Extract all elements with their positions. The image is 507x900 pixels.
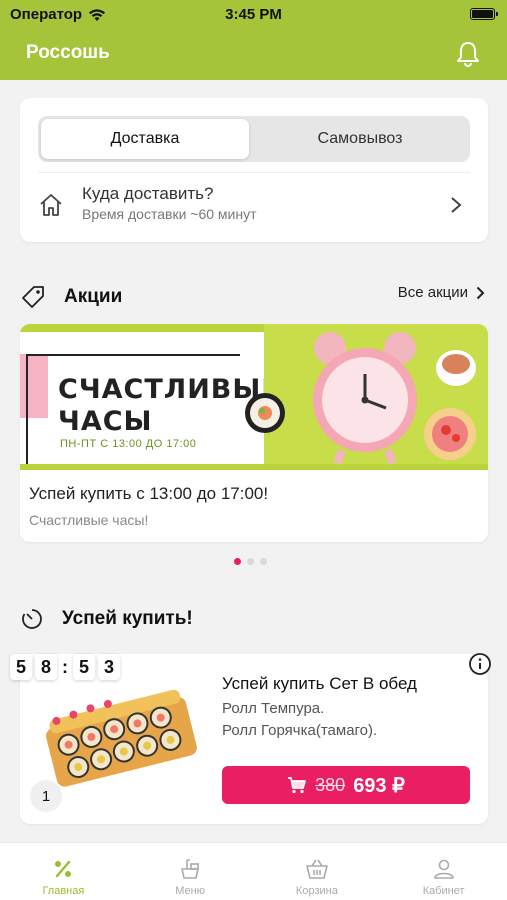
tab-pickup[interactable]: Самовывоз (253, 119, 467, 159)
divider (38, 172, 470, 173)
cart-icon (288, 777, 307, 794)
promos-title: Акции (64, 286, 123, 307)
bell-icon[interactable] (455, 40, 481, 68)
city-selector[interactable]: Россошь (26, 42, 110, 64)
sushi-roll-image (245, 393, 285, 433)
hurry-header: Успей купить! (20, 604, 193, 634)
timer-separator: : (62, 656, 68, 677)
countdown-timer: 5 8 : 5 3 (10, 654, 120, 680)
timer-digit: 3 (98, 654, 120, 680)
pager-dot[interactable] (234, 558, 241, 565)
pager-dot[interactable] (260, 558, 267, 565)
promos-header: Акции (20, 282, 122, 312)
tag-icon (22, 286, 44, 308)
clock: 3:45 PM (225, 6, 282, 23)
info-icon[interactable] (468, 652, 492, 676)
timer-digit: 5 (10, 654, 32, 680)
timer-digit: 5 (73, 654, 95, 680)
delivery-card: Доставка Самовывоз Куда доставить? Время… (20, 98, 488, 242)
delivery-mode-switch: Доставка Самовывоз (38, 116, 470, 162)
chevron-right-icon[interactable] (450, 196, 462, 214)
tab-bar: Главная Меню Корзина Кабинет (0, 842, 507, 900)
old-price: 380 (315, 774, 346, 795)
percent-icon (55, 860, 72, 878)
status-bar: Оператор 3:45 PM (0, 0, 507, 30)
pager-dot[interactable] (247, 558, 254, 565)
promo-banner[interactable]: СЧАСТЛИВЫЕ ЧАСЫ ПН-ПТ С 13:00 ДО 17:00 (20, 324, 488, 470)
tab-cart[interactable]: Корзина (254, 843, 381, 900)
product-desc-line: Ролл Темпура. (222, 700, 325, 717)
sushi-pieces-image (424, 350, 476, 460)
chevron-right-icon (476, 286, 485, 299)
product-title: Успей купить Сет В обед (222, 674, 417, 693)
add-to-cart-button[interactable]: 380 693 ₽ (222, 766, 470, 804)
tab-menu[interactable]: Меню (127, 843, 254, 900)
user-icon (433, 859, 454, 879)
timer-icon (22, 609, 42, 629)
carousel-pager (234, 558, 267, 565)
banner-stripe (20, 324, 270, 332)
promo-subtitle: Счастливые часы! (29, 512, 149, 528)
alarm-clock-image (313, 332, 417, 465)
menu-icon (181, 859, 199, 879)
product-description: Ролл Темпура. Ролл Горячка(тамаго). (222, 698, 377, 742)
quantity-badge: 1 (30, 780, 62, 812)
promo-title: Успей купить с 13:00 до 17:00! (29, 484, 269, 503)
timer-digit: 8 (35, 654, 57, 680)
home-icon (40, 194, 62, 216)
promo-card[interactable]: СЧАСТЛИВЫЕ ЧАСЫ ПН-ПТ С 13:00 ДО 17:00 У… (20, 324, 488, 542)
banner-hours: ПН-ПТ С 13:00 ДО 17:00 (60, 438, 197, 450)
basket-icon (306, 859, 328, 879)
sushi-set-image (46, 689, 197, 787)
tab-label: Корзина (295, 885, 338, 897)
app-header: Россошь (0, 30, 507, 80)
tab-label: Меню (175, 885, 205, 897)
tab-account[interactable]: Кабинет (380, 843, 507, 900)
all-promos-link[interactable]: Все акции (398, 284, 485, 301)
tab-home[interactable]: Главная (0, 843, 127, 900)
address-title[interactable]: Куда доставить? (82, 184, 213, 204)
all-promos-label: Все акции (397, 284, 468, 301)
banner-headline: СЧАСТЛИВЫЕ ЧАСЫ (58, 374, 281, 437)
tab-delivery[interactable]: Доставка (41, 119, 249, 159)
tab-label: Главная (42, 885, 85, 897)
tab-label: Кабинет (422, 885, 465, 897)
delivery-time: Время доставки ~60 минут (82, 206, 257, 222)
product-desc-line: Ролл Горячка(тамаго). (222, 722, 378, 739)
battery-icon (470, 8, 498, 20)
hurry-title: Успей купить! (62, 608, 193, 629)
new-price: 693 ₽ (353, 774, 405, 797)
